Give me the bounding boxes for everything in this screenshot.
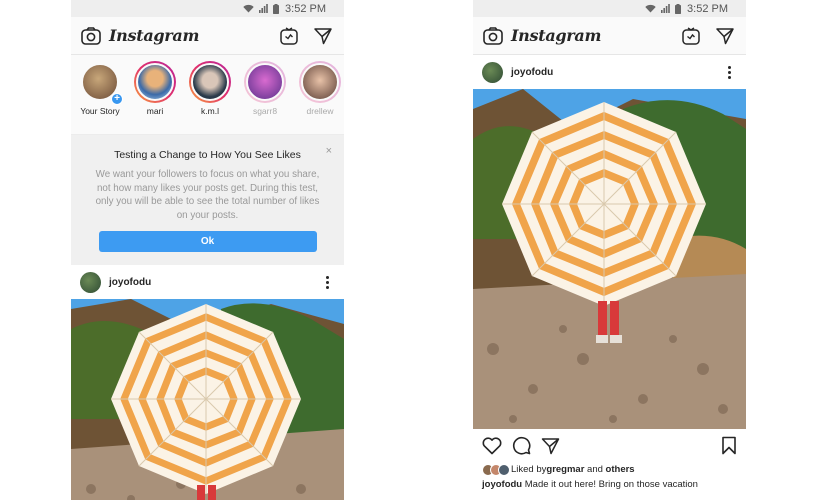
- post-header: joyofodu: [71, 265, 344, 299]
- liked-by-others[interactable]: others: [606, 464, 635, 475]
- camera-icon[interactable]: [81, 26, 101, 45]
- post-username[interactable]: joyofodu: [109, 277, 319, 288]
- status-time: 3:52 PM: [687, 2, 728, 15]
- avatar: [136, 63, 174, 101]
- story-drellew[interactable]: drellew: [297, 61, 343, 116]
- battery-icon: [273, 3, 280, 14]
- status-icons: [243, 3, 280, 14]
- caption-text: Made it out here! Bring on those vacatio…: [522, 479, 698, 490]
- post-photo[interactable]: [473, 89, 746, 429]
- wifi-icon: [243, 4, 254, 13]
- more-options-icon[interactable]: [319, 275, 335, 289]
- post-avatar[interactable]: [80, 271, 101, 293]
- igtv-icon[interactable]: [680, 25, 702, 47]
- direct-message-icon[interactable]: [714, 25, 736, 47]
- status-icons: [645, 3, 682, 14]
- story-username: drellew: [306, 106, 334, 116]
- liked-by: Liked by gregmar and others: [473, 462, 746, 477]
- phone-screen-right: 3:52 PM Instagram joyofodu Liked by greg…: [473, 0, 746, 500]
- ok-button[interactable]: Ok: [98, 231, 317, 252]
- status-time: 3:52 PM: [285, 2, 326, 15]
- post-avatar[interactable]: [482, 61, 503, 83]
- liked-by-and: and: [584, 464, 606, 475]
- heart-icon[interactable]: [482, 436, 502, 455]
- story-kml[interactable]: k.m.l: [187, 61, 233, 116]
- post-header: joyofodu: [473, 55, 746, 89]
- phone-screen-left: 3:52 PM Instagram + Your Story mari k.m.…: [71, 0, 344, 500]
- status-bar: 3:52 PM: [71, 0, 344, 17]
- liked-by-user[interactable]: gregmar: [546, 464, 584, 475]
- comment-icon[interactable]: [512, 436, 531, 455]
- story-username: sgarr8: [252, 106, 278, 116]
- app-header: Instagram: [473, 17, 746, 55]
- post-actions: [473, 429, 746, 462]
- story-mari[interactable]: mari: [132, 61, 178, 116]
- liked-by-prefix: Liked by: [511, 464, 547, 475]
- story-username: k.m.l: [201, 106, 219, 116]
- liked-by-avatars: [482, 463, 510, 476]
- notice-title: Testing a Change to How You See Likes: [114, 149, 301, 161]
- post-caption: joyofodu Made it out here! Bring on thos…: [473, 477, 746, 493]
- camera-icon[interactable]: [483, 26, 503, 45]
- avatar: [301, 63, 339, 101]
- story-username: Your Story: [80, 106, 120, 116]
- app-header: Instagram: [71, 17, 344, 55]
- post-username[interactable]: joyofodu: [511, 67, 721, 78]
- signal-icon: [661, 4, 670, 13]
- story-sgarr8[interactable]: sgarr8: [242, 61, 288, 116]
- battery-icon: [675, 3, 682, 14]
- notice-body: We want your followers to focus on what …: [95, 169, 320, 221]
- app-logo: Instagram: [511, 26, 602, 45]
- avatar: [246, 63, 284, 101]
- story-username: mari: [146, 106, 164, 116]
- wifi-icon: [645, 4, 656, 13]
- more-options-icon[interactable]: [721, 65, 737, 79]
- stories-tray: + Your Story mari k.m.l sgarr8 drellew: [71, 55, 344, 135]
- story-your-story[interactable]: + Your Story: [77, 61, 123, 116]
- close-icon[interactable]: ×: [326, 145, 332, 157]
- status-bar: 3:52 PM: [473, 0, 746, 17]
- caption-username[interactable]: joyofodu: [482, 479, 522, 490]
- igtv-icon[interactable]: [278, 25, 300, 47]
- likes-test-notice: × Testing a Change to How You See Likes …: [71, 135, 344, 265]
- share-icon[interactable]: [541, 437, 560, 455]
- signal-icon: [259, 4, 268, 13]
- app-logo: Instagram: [109, 26, 200, 45]
- bookmark-icon[interactable]: [721, 436, 737, 455]
- add-story-icon[interactable]: +: [111, 93, 123, 105]
- post-photo[interactable]: [71, 299, 344, 500]
- avatar: [191, 63, 229, 101]
- direct-message-icon[interactable]: [312, 25, 334, 47]
